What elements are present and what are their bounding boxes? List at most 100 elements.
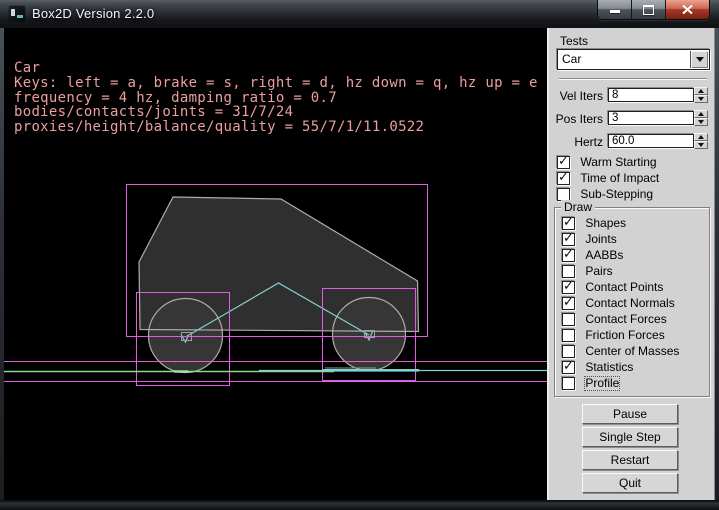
spinner-down-button[interactable] — [694, 95, 708, 103]
chevron-down-icon — [696, 57, 704, 62]
minimize-icon — [610, 10, 620, 13]
checkmark-icon: ✓ — [558, 154, 569, 169]
app-window: Box2D Version 2.2.0 — [0, 0, 719, 510]
checkbox-row-profile[interactable]: ✓ Profile — [562, 377, 679, 390]
debug-text: CarKeys: left = a, brake = s, right = d,… — [14, 61, 538, 135]
spinner-up-button[interactable] — [694, 133, 708, 141]
checkbox-row-contact-points[interactable]: ✓ Contact Points — [562, 281, 679, 294]
checkmark-icon: ✓ — [563, 279, 574, 294]
checkbox-pairs[interactable]: ✓ — [562, 265, 575, 278]
checkbox-center-of-masses[interactable]: ✓ — [562, 345, 575, 358]
spinner-row-pos-iters: Pos Iters 3 — [551, 111, 711, 125]
separator — [559, 78, 707, 80]
maximize-button[interactable] — [631, 0, 665, 19]
checkbox-label: Pairs — [585, 265, 612, 278]
spinner-row-hertz: Hertz 60.0 — [551, 134, 711, 148]
checkbox-label: Friction Forces — [585, 329, 664, 342]
checkbox-shapes[interactable]: ✓ — [562, 217, 575, 230]
checkbox-contact-forces[interactable]: ✓ — [562, 313, 575, 326]
checkbox-row-shapes[interactable]: ✓ Shapes — [562, 217, 679, 230]
spinner-value: 8 — [612, 89, 618, 101]
spinner-value: 3 — [612, 112, 618, 124]
checkbox-row-contact-forces[interactable]: ✓ Contact Forces — [562, 313, 679, 326]
titlebar[interactable]: Box2D Version 2.2.0 — [0, 0, 719, 29]
simulation-canvas[interactable]: CarKeys: left = a, brake = s, right = d,… — [4, 28, 547, 500]
checkbox-label: Center of Masses — [585, 345, 679, 358]
arrow-down-icon — [698, 97, 704, 101]
checkbox-row-friction-forces[interactable]: ✓ Friction Forces — [562, 329, 679, 342]
debug-line: Keys: left = a, brake = s, right = d, hz… — [14, 76, 538, 91]
spinner-value: 60.0 — [612, 135, 634, 147]
checkbox-row-statistics[interactable]: ✓ Statistics — [562, 361, 679, 374]
spinner-down-button[interactable] — [694, 118, 708, 126]
close-button[interactable] — [665, 0, 709, 19]
checkbox-label: Statistics — [585, 361, 633, 374]
draw-group: Draw ✓ Shapes ✓ Joints ✓ AABBs ✓ Pairs ✓… — [554, 207, 710, 397]
spinner-up-button[interactable] — [694, 87, 708, 95]
spinner-label: Vel Iters — [551, 89, 603, 103]
checkbox-label: Contact Normals — [585, 297, 674, 310]
checkmark-icon: ✓ — [558, 170, 569, 185]
spinner-arrows — [694, 110, 708, 126]
spinner-row-vel-iters: Vel Iters 8 — [551, 88, 711, 102]
draw-toggles: ✓ Shapes ✓ Joints ✓ AABBs ✓ Pairs ✓ Cont… — [562, 217, 679, 393]
spinner-down-button[interactable] — [694, 141, 708, 149]
checkbox-friction-forces[interactable]: ✓ — [562, 329, 575, 342]
test-select-arrow-button[interactable] — [690, 51, 708, 68]
arrow-down-icon — [698, 143, 704, 147]
arrow-up-icon — [698, 135, 704, 139]
test-select[interactable]: Car — [557, 49, 710, 70]
app-icon — [9, 6, 25, 22]
checkbox-contact-points[interactable]: ✓ — [562, 281, 575, 294]
checkbox-time-of-impact[interactable]: ✓ — [557, 172, 570, 185]
arrow-down-icon — [698, 120, 704, 124]
checkbox-row-time-of-impact[interactable]: ✓ Time of Impact — [557, 172, 659, 185]
checkbox-row-contact-normals[interactable]: ✓ Contact Normals — [562, 297, 679, 310]
checkbox-joints[interactable]: ✓ — [562, 233, 575, 246]
iteration-spinners: Vel Iters 8 Pos Iters 3 Hertz 60.0 — [551, 88, 711, 157]
control-panel: Tests Car Vel Iters 8 Pos Iters 3 Hertz — [547, 28, 715, 500]
minimize-button[interactable] — [598, 0, 631, 19]
spinner-up-button[interactable] — [694, 110, 708, 118]
close-icon — [681, 4, 694, 15]
spinner-label: Pos Iters — [551, 112, 603, 126]
arrow-up-icon — [698, 112, 704, 116]
spinner-field[interactable]: 60.0 — [608, 134, 694, 148]
quit-button[interactable]: Quit — [582, 473, 678, 493]
checkmark-icon: ✓ — [563, 231, 574, 246]
checkbox-warm-starting[interactable]: ✓ — [557, 156, 570, 169]
checkbox-profile[interactable]: ✓ — [562, 377, 575, 390]
checkbox-row-joints[interactable]: ✓ Joints — [562, 233, 679, 246]
arrow-up-icon — [698, 89, 704, 93]
debug-line: frequency = 4 hz, damping ratio = 0.7 — [14, 91, 538, 106]
window-border-bottom — [0, 500, 719, 510]
checkbox-row-center-of-masses[interactable]: ✓ Center of Masses — [562, 345, 679, 358]
car-front-wheel — [333, 298, 406, 371]
checkbox-label: Warm Starting — [580, 156, 656, 169]
checkbox-aabbs[interactable]: ✓ — [562, 249, 575, 262]
pause-button[interactable]: Pause — [582, 404, 678, 424]
restart-button[interactable]: Restart — [582, 450, 678, 470]
checkmark-icon: ✓ — [563, 359, 574, 374]
checkmark-icon: ✓ — [563, 215, 574, 230]
debug-line: bodies/contacts/joints = 31/7/24 — [14, 105, 538, 120]
checkbox-statistics[interactable]: ✓ — [562, 361, 575, 374]
checkbox-row-aabbs[interactable]: ✓ AABBs — [562, 249, 679, 262]
checkbox-label: Time of Impact — [580, 172, 659, 185]
spinner-field[interactable]: 3 — [608, 111, 694, 125]
checkbox-label: Profile — [585, 377, 619, 390]
checkbox-label: Contact Points — [585, 281, 663, 294]
single-step-button[interactable]: Single Step — [582, 427, 678, 447]
window-title: Box2D Version 2.2.0 — [32, 6, 154, 21]
checkbox-row-warm-starting[interactable]: ✓ Warm Starting — [557, 156, 659, 169]
spinner-arrows — [694, 87, 708, 103]
spinner-field[interactable]: 8 — [608, 88, 694, 102]
checkbox-contact-normals[interactable]: ✓ — [562, 297, 575, 310]
checkmark-icon: ✓ — [563, 295, 574, 310]
window-border-right — [715, 28, 719, 500]
solver-toggles: ✓ Warm Starting ✓ Time of Impact ✓ Sub-S… — [557, 156, 659, 204]
ground-lines — [4, 362, 547, 382]
window-controls — [597, 0, 710, 20]
debug-line: proxies/height/balance/quality = 55/7/1/… — [14, 120, 538, 135]
checkbox-row-pairs[interactable]: ✓ Pairs — [562, 265, 679, 278]
